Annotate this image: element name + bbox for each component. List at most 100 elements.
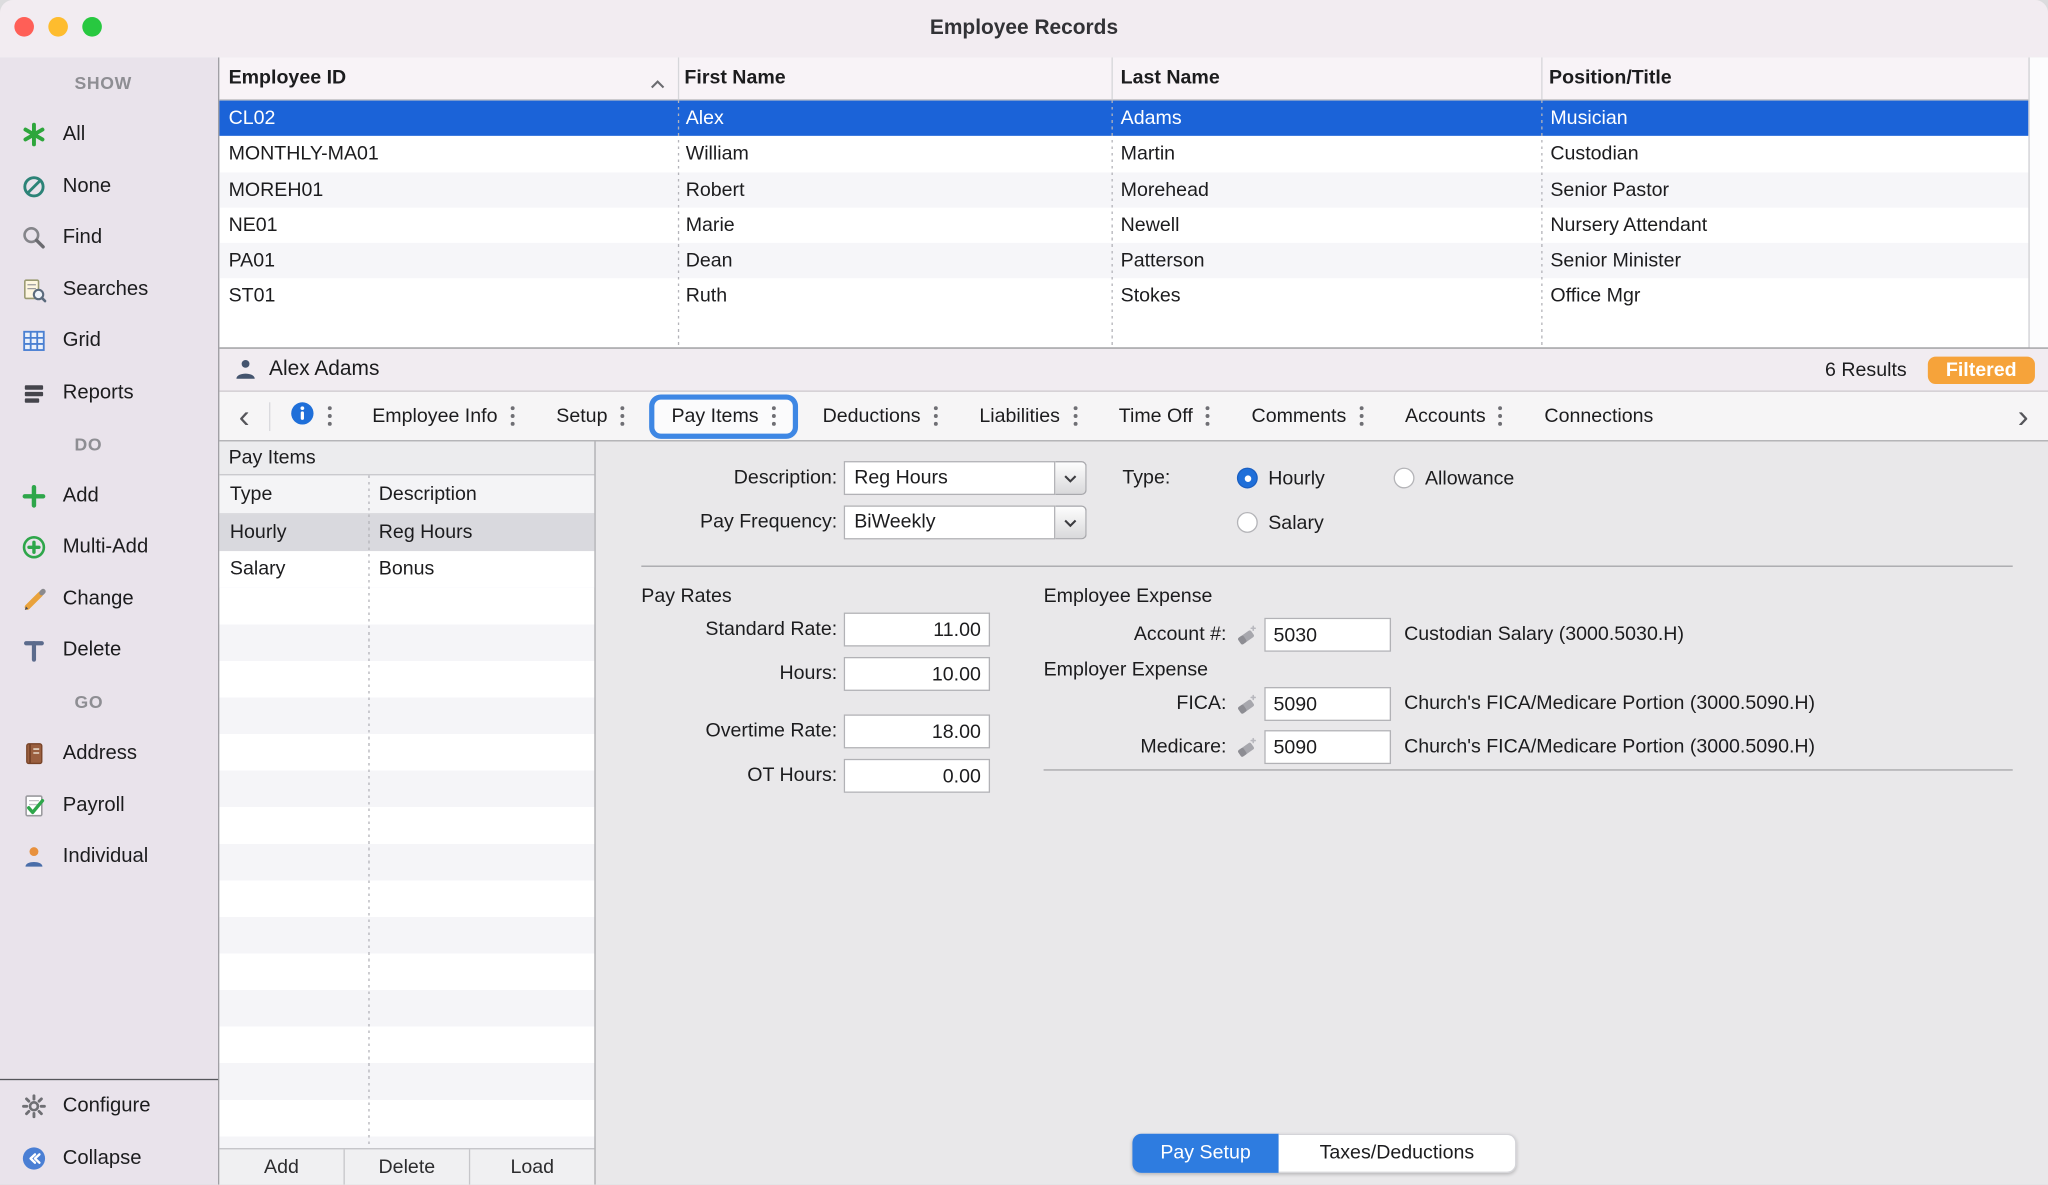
tab-liabilities[interactable]: Liabilities xyxy=(958,392,1097,440)
tab-info[interactable] xyxy=(270,392,351,440)
sidebar-item-delete[interactable]: Delete xyxy=(0,625,218,677)
description-dropdown[interactable]: Reg Hours xyxy=(844,461,1087,495)
plus-icon xyxy=(17,482,51,511)
minimize-button[interactable] xyxy=(48,17,68,37)
tab-menu-dots[interactable] xyxy=(934,406,938,427)
column-header-employee-id[interactable]: Employee ID xyxy=(229,57,347,99)
sidebar-item-configure[interactable]: Configure xyxy=(0,1080,218,1132)
sidebar-item-grid[interactable]: Grid xyxy=(0,315,218,367)
multi-add-icon xyxy=(17,533,51,562)
sidebar-item-payroll[interactable]: Payroll xyxy=(0,780,218,832)
zoom-button[interactable] xyxy=(82,17,102,37)
ot-hours-label: OT Hours: xyxy=(628,759,837,793)
description-label: Description: xyxy=(628,461,837,495)
sidebar-item-collapse[interactable]: Collapse xyxy=(0,1132,218,1184)
tabs-back-button[interactable]: ‹ xyxy=(219,394,269,438)
overtime-rate-input[interactable] xyxy=(844,714,990,748)
list-item[interactable]: Salary Bonus xyxy=(219,551,594,588)
tab-pay-items[interactable]: Pay Items xyxy=(649,394,797,438)
employee-table: Employee ID First Name Last Name Positio… xyxy=(219,57,2048,348)
tab-setup[interactable]: Setup xyxy=(535,392,645,440)
column-header-last-name[interactable]: Last Name xyxy=(1121,57,1220,99)
tab-employee-info[interactable]: Employee Info xyxy=(351,392,535,440)
ot-hours-input[interactable] xyxy=(844,759,990,793)
column-header-type[interactable]: Type xyxy=(230,475,272,513)
chevron-down-icon[interactable] xyxy=(1055,505,1086,539)
pay-frequency-dropdown[interactable]: BiWeekly xyxy=(844,505,1087,539)
fica-account-description: Church's FICA/Medicare Portion (3000.509… xyxy=(1404,687,1815,721)
table-row[interactable]: ST01 Ruth Stokes Office Mgr xyxy=(219,279,2028,315)
tab-time-off[interactable]: Time Off xyxy=(1098,392,1231,440)
list-item[interactable]: Hourly Reg Hours xyxy=(219,515,594,552)
table-scrollbar[interactable] xyxy=(2028,57,2048,347)
tab-comments[interactable]: Comments xyxy=(1231,392,1385,440)
type-label: Type: xyxy=(1113,461,1170,495)
medicare-label: Medicare: xyxy=(989,730,1227,764)
table-row[interactable]: MOREH01 Robert Morehead Senior Pastor xyxy=(219,172,2028,208)
overtime-rate-label: Overtime Rate: xyxy=(628,714,837,748)
account-lookup-icon[interactable] xyxy=(1233,622,1259,648)
tab-taxes-deductions[interactable]: Taxes/Deductions xyxy=(1279,1134,1517,1173)
record-tab-bar: ‹ Employee Info Setup Pay Items Deductio… xyxy=(219,392,2048,442)
sidebar: SHOW All None Find Searches Grid Reports… xyxy=(0,57,219,1184)
sidebar-item-reports[interactable]: Reports xyxy=(0,367,218,419)
window-controls xyxy=(14,17,102,37)
column-header-description[interactable]: Description xyxy=(379,475,477,513)
radio-unselected-icon[interactable] xyxy=(1237,512,1258,533)
tab-menu-dots[interactable] xyxy=(511,406,515,427)
tab-deductions[interactable]: Deductions xyxy=(802,392,959,440)
close-button[interactable] xyxy=(14,17,34,37)
gear-icon xyxy=(17,1092,51,1121)
sidebar-item-searches[interactable]: Searches xyxy=(0,264,218,316)
pencil-icon xyxy=(17,585,51,614)
table-row[interactable]: MONTHLY-MA01 William Martin Custodian xyxy=(219,136,2028,172)
delete-icon xyxy=(17,636,51,665)
hours-input[interactable] xyxy=(844,657,990,691)
tabs-forward-button[interactable]: › xyxy=(1998,394,2048,438)
fica-lookup-icon[interactable] xyxy=(1233,691,1259,717)
radio-unselected-icon[interactable] xyxy=(1394,468,1415,489)
table-row[interactable]: CL02 Alex Adams Musician xyxy=(219,101,2028,137)
sidebar-item-find[interactable]: Find xyxy=(0,212,218,264)
table-row[interactable]: PA01 Dean Patterson Senior Minister xyxy=(219,243,2028,279)
medicare-account-input[interactable] xyxy=(1264,730,1391,764)
type-radio-salary[interactable]: Salary xyxy=(1237,505,1324,539)
record-bar: Alex Adams 6 Results Filtered xyxy=(219,349,2048,392)
radio-selected-icon[interactable] xyxy=(1237,468,1258,489)
add-pay-item-button[interactable]: Add xyxy=(219,1149,344,1184)
magnifier-icon xyxy=(17,224,51,253)
column-divider xyxy=(368,475,369,1148)
type-radio-hourly[interactable]: Hourly xyxy=(1237,461,1325,495)
tab-menu-dots[interactable] xyxy=(328,406,332,427)
medicare-lookup-icon[interactable] xyxy=(1233,734,1259,760)
sidebar-item-none[interactable]: None xyxy=(0,161,218,213)
tab-pay-setup[interactable]: Pay Setup xyxy=(1132,1134,1278,1173)
delete-pay-item-button[interactable]: Delete xyxy=(345,1149,470,1184)
sidebar-item-all[interactable]: All xyxy=(0,109,218,161)
sidebar-item-add[interactable]: Add xyxy=(0,470,218,522)
tab-menu-dots[interactable] xyxy=(1073,406,1077,427)
sidebar-item-change[interactable]: Change xyxy=(0,573,218,625)
table-row[interactable]: NE01 Marie Newell Nursery Attendant xyxy=(219,208,2028,244)
chevron-down-icon[interactable] xyxy=(1055,461,1086,495)
column-header-first-name[interactable]: First Name xyxy=(684,57,785,99)
tab-menu-dots[interactable] xyxy=(621,406,625,427)
account-number-input[interactable] xyxy=(1264,618,1391,652)
sidebar-item-address[interactable]: Address xyxy=(0,728,218,780)
tab-connections[interactable]: Connections xyxy=(1524,392,1675,440)
type-radio-allowance[interactable]: Allowance xyxy=(1394,461,1515,495)
tab-menu-dots[interactable] xyxy=(1206,406,1210,427)
sidebar-item-individual[interactable]: Individual xyxy=(0,831,218,883)
tab-accounts[interactable]: Accounts xyxy=(1384,392,1523,440)
load-pay-item-button[interactable]: Load xyxy=(470,1149,594,1184)
tab-menu-dots[interactable] xyxy=(1499,406,1503,427)
tab-menu-dots[interactable] xyxy=(772,406,776,427)
column-header-position[interactable]: Position/Title xyxy=(1549,57,1672,99)
sidebar-item-multi-add[interactable]: Multi-Add xyxy=(0,522,218,574)
tab-menu-dots[interactable] xyxy=(1359,406,1363,427)
pay-rates-heading: Pay Rates xyxy=(641,580,731,614)
filtered-badge[interactable]: Filtered xyxy=(1928,356,2035,383)
fica-account-input[interactable] xyxy=(1264,687,1391,721)
standard-rate-input[interactable] xyxy=(844,613,990,647)
sidebar-section-do: DO xyxy=(0,419,218,471)
